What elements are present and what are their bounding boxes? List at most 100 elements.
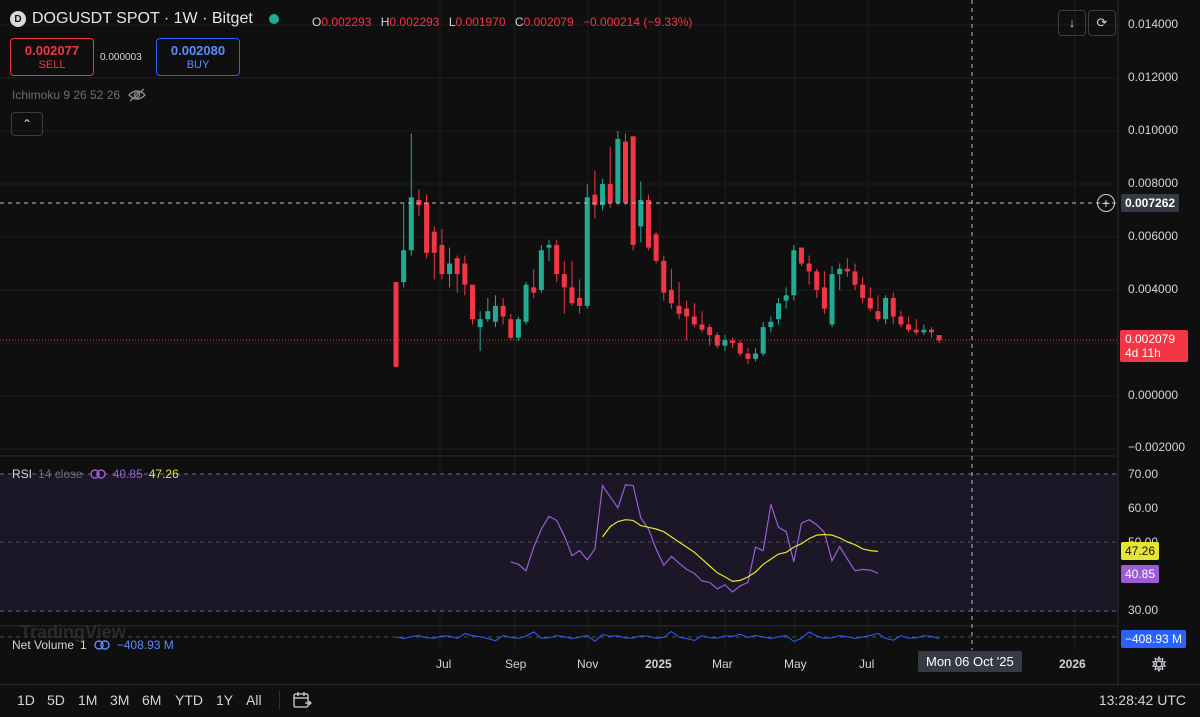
- buy-button[interactable]: 0.002080 BUY: [156, 38, 240, 76]
- timeframe-6m[interactable]: 6M: [142, 692, 161, 708]
- candle-body: [691, 316, 697, 325]
- candle-body: [470, 284, 475, 320]
- link-icon[interactable]: [89, 468, 107, 480]
- candle-body: [760, 327, 766, 354]
- net-volume-param: 1: [80, 638, 87, 652]
- rsi-axis-label: 30.00: [1128, 603, 1159, 617]
- time-axis-label: Mar: [712, 657, 733, 671]
- coin-icon: D: [10, 11, 26, 27]
- rsi-ma-value: 47.26: [148, 467, 179, 481]
- candle-body: [798, 247, 804, 264]
- price-axis-label: 0.006000: [1128, 229, 1179, 243]
- candle-body: [783, 295, 789, 301]
- last-price-value: 0.002079: [1125, 332, 1176, 346]
- candle-body: [424, 202, 430, 253]
- download-button[interactable]: ↓: [1058, 10, 1086, 36]
- rsi-value: 40.85: [112, 467, 143, 481]
- candle-body: [531, 287, 537, 293]
- price-axis-label: 0.010000: [1128, 123, 1179, 137]
- candle-body: [699, 324, 705, 330]
- candle-body: [821, 287, 827, 309]
- candle-body: [860, 284, 866, 298]
- candle-body: [661, 260, 667, 293]
- candle-body: [676, 305, 682, 314]
- rsi-value-tag: 40.85: [1121, 565, 1160, 583]
- candle-body: [645, 199, 651, 248]
- time-axis-label: Sep: [505, 657, 527, 671]
- timeframe-1y[interactable]: 1Y: [216, 692, 233, 708]
- candle-body: [623, 141, 628, 203]
- time-axis-label: 2025: [645, 657, 672, 671]
- settings-gear-icon[interactable]: [1151, 656, 1167, 672]
- candle-body: [653, 234, 659, 261]
- eye-hidden-icon[interactable]: [128, 88, 146, 102]
- candle-body: [936, 335, 942, 341]
- candle-body: [615, 138, 621, 203]
- net-volume-value: −408.93 M: [116, 638, 174, 652]
- candle-body: [515, 319, 521, 338]
- candle-body: [454, 258, 460, 275]
- timeframe-1d[interactable]: 1D: [17, 692, 35, 708]
- candle-body: [791, 250, 797, 296]
- candle-body: [538, 250, 544, 290]
- bar-countdown: 4d 11h: [1125, 346, 1161, 360]
- net-volume-name: Net Volume: [12, 638, 75, 652]
- net-volume-tag: −408.93 M: [1121, 630, 1187, 648]
- candle-body: [600, 184, 606, 206]
- candle-body: [638, 199, 644, 227]
- candle-body: [630, 136, 636, 245]
- time-axis-label: Jul: [859, 657, 875, 671]
- ohlc-low-value: 0.001970: [455, 15, 506, 29]
- candle-body: [898, 316, 904, 325]
- last-price-tag: 0.002079 4d 11h: [1120, 330, 1188, 362]
- candle-body: [730, 340, 736, 343]
- candle-body: [929, 329, 934, 333]
- link-icon[interactable]: [93, 639, 111, 651]
- price-change: −0.000214 (−9.33%): [583, 15, 693, 29]
- refresh-button[interactable]: ⟳: [1088, 10, 1116, 36]
- rsi-legend[interactable]: RSI 14 close 40.85 47.26: [12, 467, 179, 481]
- rsi-axis-label: 60.00: [1128, 501, 1159, 515]
- timeframe-all[interactable]: All: [246, 692, 262, 708]
- date-range-calendar-icon[interactable]: [292, 691, 312, 709]
- timeframe-3m[interactable]: 3M: [110, 692, 129, 708]
- ichimoku-legend[interactable]: Ichimoku 9 26 52 26: [12, 88, 146, 102]
- rsi-ma-tag: 47.26: [1121, 542, 1160, 560]
- ohlc-low-key: L: [448, 15, 456, 29]
- candle-body: [492, 305, 498, 322]
- candle-body: [584, 197, 590, 306]
- candle-body: [829, 274, 835, 325]
- add-alert-plus-icon[interactable]: +: [1097, 194, 1115, 212]
- net-volume-legend[interactable]: Net Volume 1 −408.93 M: [12, 638, 174, 652]
- candle-body: [776, 303, 781, 320]
- collapse-indicators-button[interactable]: ⌃: [11, 112, 43, 136]
- candle-body: [867, 297, 873, 309]
- symbol-header[interactable]: D DOGUSDT SPOT · 1W · Bitget: [10, 10, 279, 28]
- utc-clock[interactable]: 13:28:42 UTC: [1099, 692, 1186, 708]
- candle-body: [875, 311, 881, 320]
- market-status-dot-icon: [268, 14, 279, 24]
- timeframe-1m[interactable]: 1M: [78, 692, 97, 708]
- time-axis-label: Jul: [436, 657, 452, 671]
- ohlc-open-value: 0.002293: [321, 15, 372, 29]
- timeframe-ytd[interactable]: YTD: [175, 692, 203, 708]
- timeframe-5d[interactable]: 5D: [47, 692, 65, 708]
- symbol-title[interactable]: DOGUSDT SPOT · 1W · Bitget: [32, 10, 253, 28]
- candle-body: [554, 244, 560, 275]
- chart-canvas[interactable]: [0, 0, 1200, 716]
- sell-label: SELL: [38, 59, 66, 71]
- candle-body: [561, 274, 567, 288]
- candle-body: [837, 268, 843, 275]
- candle-body: [447, 263, 453, 275]
- candle-body: [737, 343, 743, 354]
- sell-button[interactable]: 0.002077 SELL: [10, 38, 94, 76]
- buy-label: BUY: [186, 59, 210, 71]
- price-axis-label: 0.004000: [1128, 282, 1179, 296]
- toolbar-divider: [279, 690, 280, 710]
- time-axis-label: Nov: [577, 657, 599, 671]
- candle-body: [477, 319, 483, 328]
- price-axis-label: 0.014000: [1128, 17, 1179, 31]
- candle-body: [806, 263, 812, 272]
- crosshair-price-tag: 0.007262: [1121, 194, 1180, 212]
- buy-price: 0.002080: [170, 43, 226, 58]
